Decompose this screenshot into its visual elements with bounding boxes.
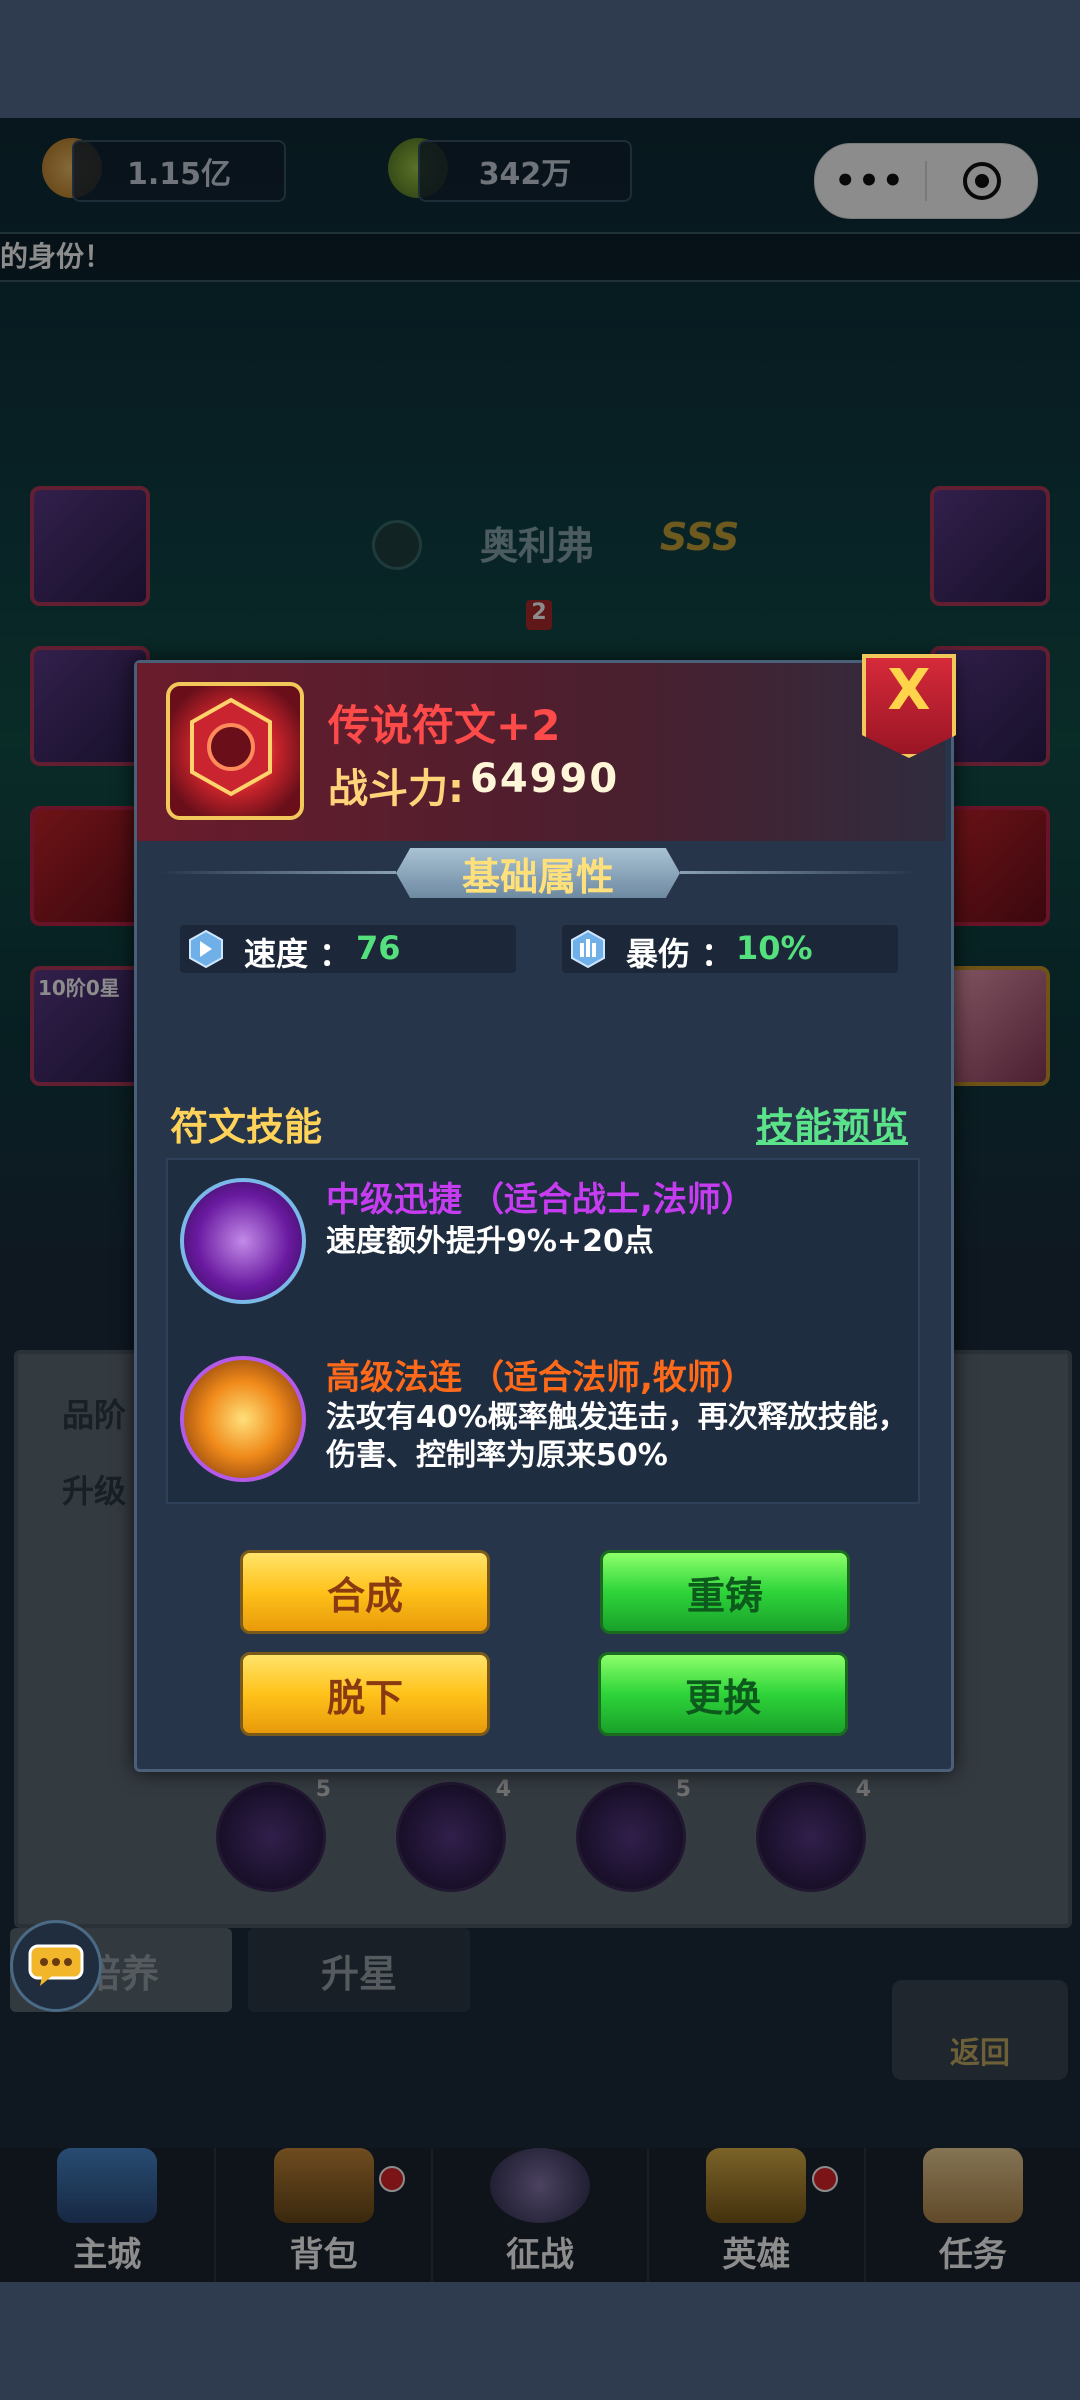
skill-1-name: 中级迅捷	[326, 1180, 462, 1220]
combine-label: 合成	[326, 1573, 403, 1618]
skill-2-name: 高级法连	[326, 1358, 462, 1398]
lightning-skill-icon	[180, 1356, 306, 1482]
rune-skills-heading: 符文技能	[170, 1105, 323, 1149]
divider-right	[680, 871, 916, 874]
skill-2-desc-line1: 法攻有40%概率触发连击，再次释放技能，	[326, 1400, 908, 1435]
boot-skill-icon	[180, 1178, 306, 1304]
section-title-text: 基础属性	[461, 854, 614, 899]
replace-label: 更换	[684, 1675, 761, 1720]
stat-value: 10%	[736, 929, 813, 967]
skill-2-desc-line2: 伤害、控制率为原来50%	[326, 1438, 668, 1473]
system-bottom-bar	[0, 2282, 1080, 2400]
recast-label: 重铸	[686, 1573, 763, 1618]
chat-bubble-icon	[28, 1944, 84, 1986]
rune-title: 传说符文+2	[328, 701, 561, 750]
close-icon: X	[887, 658, 931, 723]
stat-speed: 速度 ： 76	[180, 925, 516, 973]
speed-icon	[189, 929, 223, 969]
stat-label: 速度 ：	[244, 935, 352, 973]
skill-2-fit: （适合法师,牧师）	[470, 1358, 755, 1398]
remove-button[interactable]: 脱下	[240, 1652, 490, 1736]
divider-left	[160, 871, 396, 874]
replace-button[interactable]: 更换	[598, 1652, 848, 1736]
power-value: 64990	[470, 756, 620, 802]
section-title: 基础属性	[396, 848, 680, 898]
power-label: 战斗力:	[328, 766, 464, 812]
stat-value: 76	[356, 929, 401, 967]
skill-1-fit: （适合战士,法师）	[470, 1180, 755, 1220]
crit-damage-icon	[571, 929, 605, 969]
recast-button[interactable]: 重铸	[600, 1550, 850, 1634]
skill-1-desc: 速度额外提升9%+20点	[326, 1224, 654, 1259]
combine-button[interactable]: 合成	[240, 1550, 490, 1634]
stat-label: 暴伤 ：	[626, 935, 734, 973]
rune-icon	[166, 682, 304, 820]
skill-preview-link[interactable]: 技能预览	[756, 1096, 908, 1151]
chat-button[interactable]	[10, 1920, 102, 2012]
stat-crit-damage: 暴伤 ： 10%	[562, 925, 898, 973]
status-area	[0, 0, 1080, 118]
remove-label: 脱下	[326, 1675, 403, 1720]
